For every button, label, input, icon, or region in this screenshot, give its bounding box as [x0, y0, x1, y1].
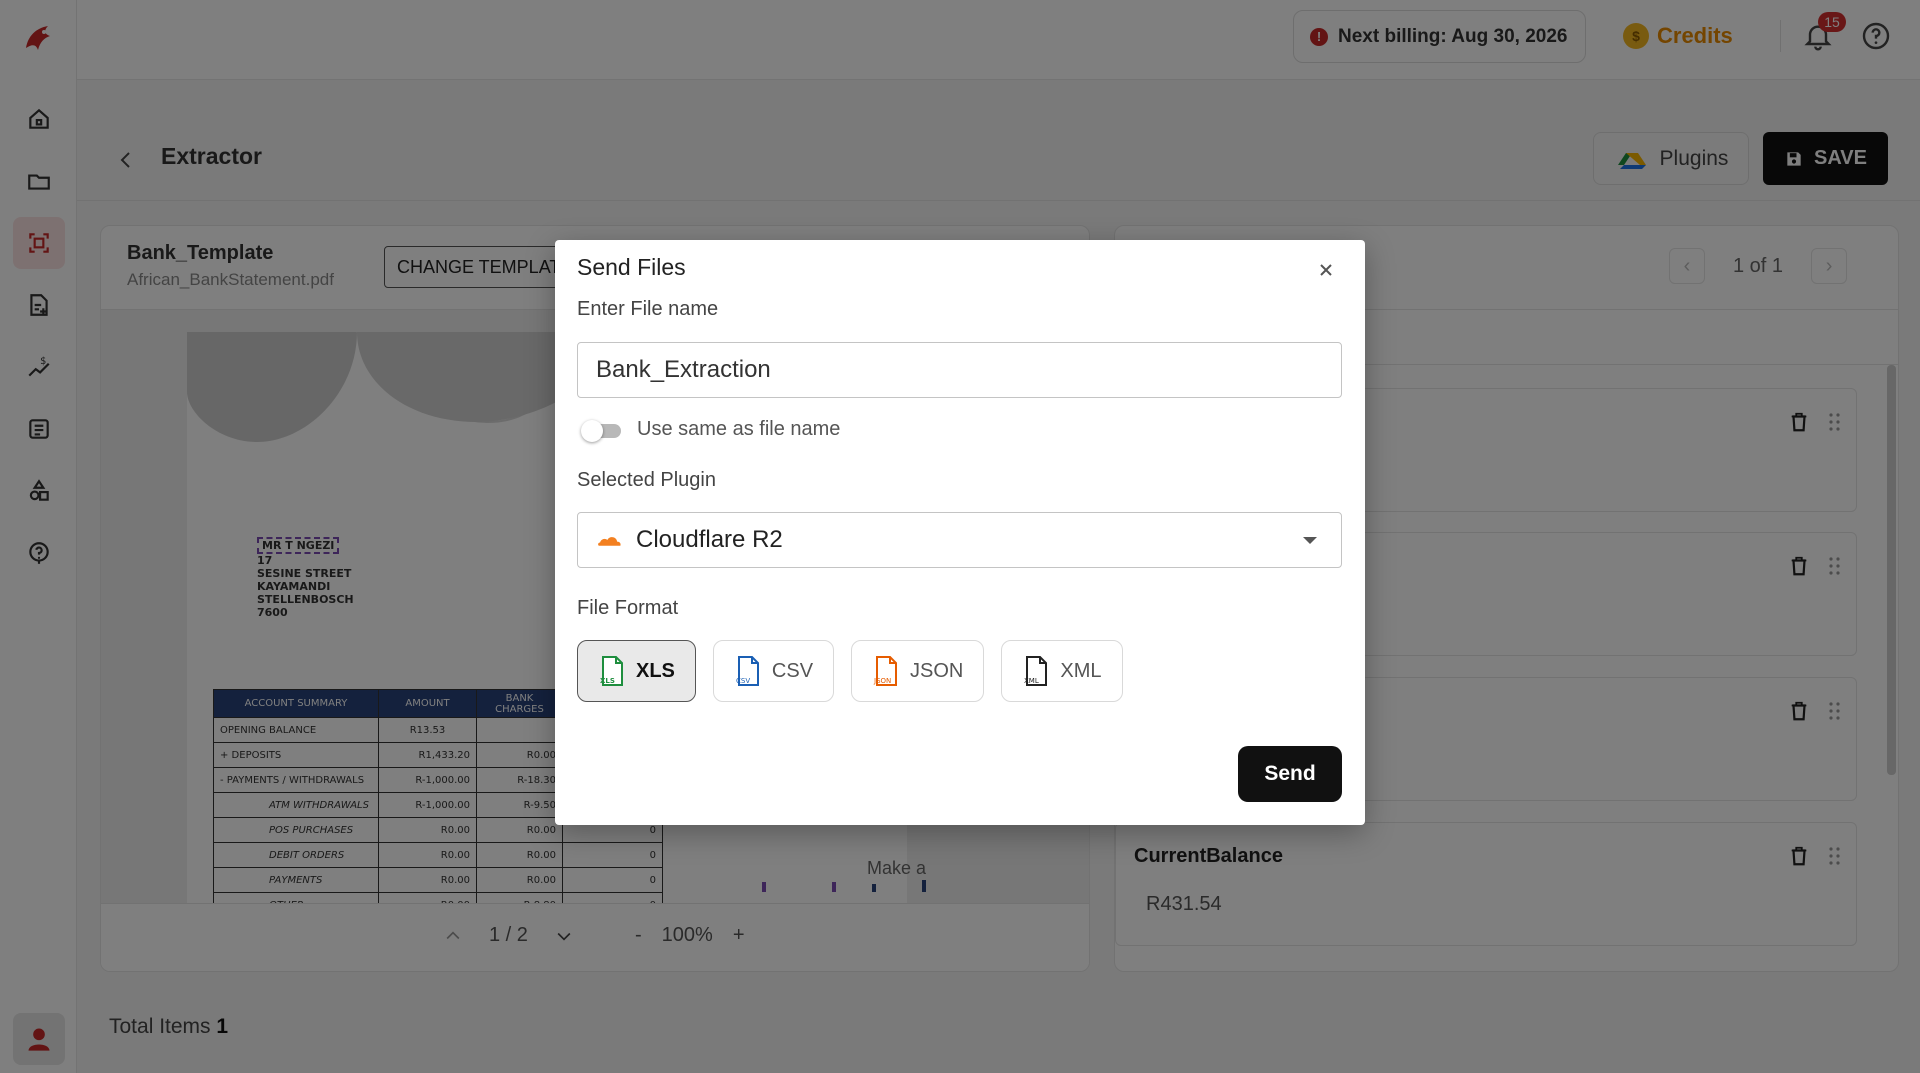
file-xls-icon: XLS	[600, 656, 623, 686]
cloudflare-icon	[598, 537, 621, 546]
format-option-csv[interactable]: CSV CSV	[712, 640, 835, 702]
send-button[interactable]: Send	[1238, 746, 1342, 802]
file-csv-icon: CSV	[736, 656, 759, 686]
file-tag: JSON	[873, 677, 891, 685]
toggle-label: Use same as file name	[637, 418, 841, 440]
format-option-json[interactable]: JSON JSON	[851, 640, 985, 702]
toggle-knob	[581, 420, 603, 442]
dialog-title: Send Files	[577, 254, 686, 280]
file-xml-icon: XML	[1024, 656, 1048, 686]
format-options: XLS XLS CSV CSV JSON JSON XML XML	[577, 640, 1123, 702]
file-json-icon: JSON	[873, 656, 898, 686]
plugin-label: Selected Plugin	[577, 469, 716, 491]
format-label: File Format	[577, 597, 679, 619]
format-option-xls[interactable]: XLS XLS	[577, 640, 696, 702]
format-label: CSV	[771, 659, 814, 682]
file-tag: XML	[1024, 677, 1039, 685]
filename-label: Enter File name	[577, 298, 719, 320]
format-label: XLS	[636, 659, 675, 682]
send-files-dialog: Send Files Enter File name Bank_Extracti…	[555, 240, 1365, 825]
format-label: XML	[1060, 659, 1102, 682]
format-option-xml[interactable]: XML XML	[1001, 640, 1123, 702]
filename-input[interactable]: Bank_Extraction	[577, 342, 1342, 398]
file-tag: XLS	[600, 677, 615, 685]
file-tag: CSV	[736, 677, 750, 685]
same-name-toggle[interactable]	[581, 420, 621, 442]
plugin-value: Cloudflare R2	[636, 526, 783, 553]
close-icon[interactable]	[1314, 258, 1338, 282]
plugin-select[interactable]: Cloudflare R2	[577, 512, 1342, 568]
format-label: JSON	[910, 659, 964, 682]
chevron-down-icon	[1303, 537, 1317, 544]
